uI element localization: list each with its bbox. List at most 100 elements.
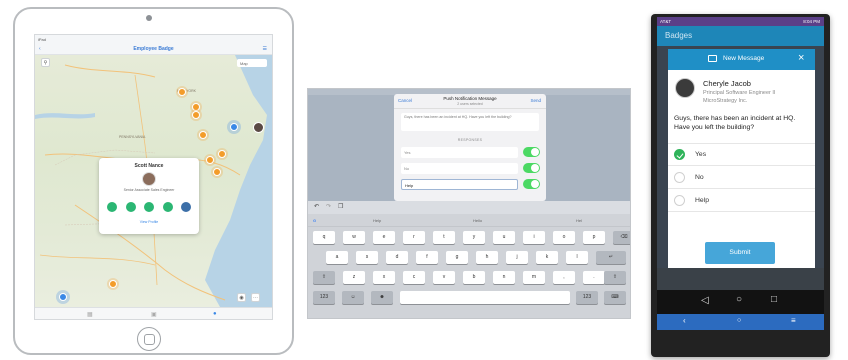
key-v[interactable]: v: [433, 271, 455, 284]
mail-icon[interactable]: [162, 202, 173, 212]
shift-key[interactable]: ⇧: [604, 271, 626, 284]
map-pin[interactable]: [192, 111, 200, 119]
key-q[interactable]: q: [313, 231, 335, 244]
map-pin-selected[interactable]: [59, 293, 67, 301]
suggestion[interactable]: Hello: [473, 218, 482, 223]
layers-icon[interactable]: ◉: [237, 293, 246, 302]
google-icon[interactable]: G: [313, 218, 316, 223]
filter-icon[interactable]: ☰: [263, 43, 267, 55]
message-field[interactable]: Guys, there has been an incident at HQ. …: [401, 113, 539, 131]
emoji-icon[interactable]: ☻: [371, 291, 393, 304]
search-icon[interactable]: ⚲: [41, 58, 50, 67]
phone-icon[interactable]: [107, 202, 117, 212]
directions-icon[interactable]: [181, 202, 191, 212]
key-l[interactable]: l: [566, 251, 588, 264]
back-icon[interactable]: ◁: [701, 295, 709, 306]
home-icon[interactable]: ○: [736, 294, 742, 305]
key-f[interactable]: f: [416, 251, 438, 264]
status-carrier: iPad: [38, 37, 47, 42]
employee-role: Senior Associate Sales Engineer: [123, 188, 175, 192]
key-x[interactable]: x: [373, 271, 395, 284]
map-pin[interactable]: [109, 280, 117, 288]
recents-icon[interactable]: □: [771, 294, 777, 305]
key-.[interactable]: .: [583, 271, 605, 284]
backspace-key[interactable]: ⌫: [613, 231, 630, 244]
tab-badge-icon[interactable]: ▣: [151, 311, 157, 318]
map-pin[interactable]: [218, 150, 226, 158]
divider: [668, 211, 815, 212]
response-option-no[interactable]: No: [401, 163, 518, 174]
map-pin[interactable]: [199, 131, 207, 139]
radio-yes[interactable]: [674, 149, 685, 160]
key-e[interactable]: e: [373, 231, 395, 244]
chevron-left-icon[interactable]: ‹: [683, 316, 686, 325]
menu-icon[interactable]: ≡: [791, 316, 796, 325]
response-option-yes[interactable]: Yes: [401, 147, 518, 158]
globe-icon[interactable]: ☺: [342, 291, 364, 304]
paste-icon[interactable]: ❐: [338, 203, 343, 210]
tab-list-icon[interactable]: ▦: [87, 311, 93, 318]
key-a[interactable]: a: [326, 251, 348, 264]
key-p[interactable]: p: [583, 231, 605, 244]
suggestion[interactable]: Help: [373, 218, 381, 223]
key-w[interactable]: w: [343, 231, 365, 244]
key-o[interactable]: o: [553, 231, 575, 244]
map-view[interactable]: PENNSYLVANIA NEW YORK VIRGINIA ⚲ Map ◉ ⋯…: [35, 55, 272, 307]
sender-name: Cheryle Jacob: [703, 79, 751, 88]
submit-button[interactable]: Submit: [705, 242, 775, 264]
back-icon[interactable]: ‹: [39, 43, 41, 55]
key-d[interactable]: d: [386, 251, 408, 264]
key-,[interactable]: ,: [553, 271, 575, 284]
suggestion[interactable]: Hel: [576, 218, 582, 223]
key-c[interactable]: c: [403, 271, 425, 284]
redo-icon[interactable]: ↷: [326, 203, 331, 210]
view-profile-link[interactable]: View Profile: [99, 220, 199, 224]
map-type-select[interactable]: Map: [237, 59, 267, 67]
response-option-help[interactable]: Help: [401, 179, 518, 190]
shift-key[interactable]: ⇧: [313, 271, 335, 284]
return-key[interactable]: ↵: [596, 251, 626, 264]
key-y[interactable]: y: [463, 231, 485, 244]
option-help-label[interactable]: Help: [695, 197, 709, 204]
space-key[interactable]: [400, 291, 570, 304]
numbers-key[interactable]: 123: [576, 291, 598, 304]
option-yes-label[interactable]: Yes: [695, 151, 706, 158]
map-pin[interactable]: [192, 103, 200, 111]
undo-icon[interactable]: ↶: [314, 203, 319, 210]
key-r[interactable]: r: [403, 231, 425, 244]
map-pin[interactable]: [206, 156, 214, 164]
chat-icon[interactable]: [144, 202, 154, 212]
radio-help[interactable]: [674, 195, 685, 206]
more-icon[interactable]: ⋯: [251, 293, 260, 302]
key-z[interactable]: z: [343, 271, 365, 284]
map-pin-selected[interactable]: [230, 123, 238, 131]
numbers-key[interactable]: 123: [313, 291, 335, 304]
key-s[interactable]: s: [356, 251, 378, 264]
key-m[interactable]: m: [523, 271, 545, 284]
toggle-no[interactable]: [523, 163, 540, 173]
key-u[interactable]: u: [493, 231, 515, 244]
responses-header: RESPONSES: [457, 138, 483, 142]
key-t[interactable]: t: [433, 231, 455, 244]
send-button[interactable]: Send: [530, 98, 541, 103]
video-icon[interactable]: [125, 202, 136, 212]
keyboard-dismiss-icon[interactable]: ⌨: [604, 291, 626, 304]
toggle-help[interactable]: [523, 179, 540, 189]
home-button[interactable]: [137, 327, 161, 351]
key-n[interactable]: n: [493, 271, 515, 284]
key-h[interactable]: h: [476, 251, 498, 264]
avatar[interactable]: [253, 122, 264, 133]
home-icon[interactable]: ○: [737, 317, 741, 324]
key-g[interactable]: g: [446, 251, 468, 264]
option-no-label[interactable]: No: [695, 174, 704, 181]
key-j[interactable]: j: [506, 251, 528, 264]
map-pin[interactable]: [213, 168, 221, 176]
tab-map-icon[interactable]: ●: [213, 311, 217, 317]
key-k[interactable]: k: [536, 251, 558, 264]
key-i[interactable]: i: [523, 231, 545, 244]
close-icon[interactable]: ×: [798, 52, 804, 64]
toggle-yes[interactable]: [523, 147, 540, 157]
key-b[interactable]: b: [463, 271, 485, 284]
radio-no[interactable]: [674, 172, 685, 183]
map-pin[interactable]: [178, 88, 186, 96]
